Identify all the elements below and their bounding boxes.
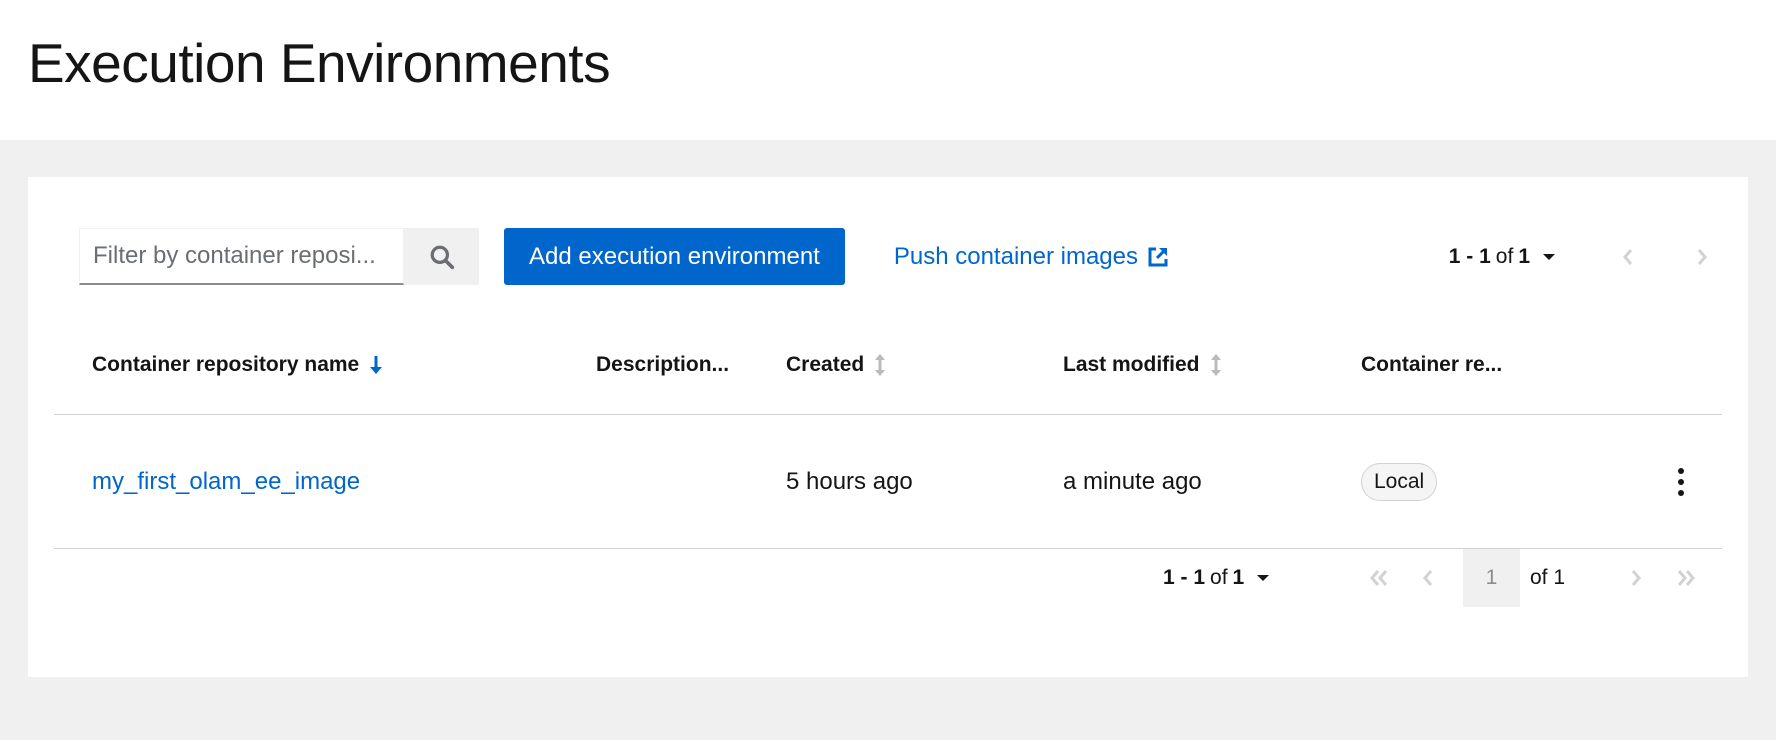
push-container-images-label: Push container images [893,242,1138,270]
push-container-images-link[interactable]: Push container images [894,243,1170,271]
search-group [79,228,479,285]
page-total: 1 [1232,566,1245,589]
page-range: 1 - 1 [1163,566,1206,589]
row-actions-kebab-icon[interactable] [1666,415,1696,549]
caret-down-icon [1256,573,1270,583]
column-header-container-registry: Container re... [1361,315,1502,415]
column-label: Created [786,353,865,376]
page-title: Execution Environments [28,31,611,94]
angle-right-icon [1697,248,1707,265]
column-label: Last modified [1063,353,1200,376]
angle-double-left-icon [1370,570,1388,586]
repository-name-link[interactable]: my_first_olam_ee_image [92,468,360,496]
column-label: Description... [596,353,730,376]
search-button[interactable] [404,228,479,285]
column-label: Container repository name [92,353,360,376]
bottom-per-page-toggle[interactable]: 1 - 1 of 1 [1163,549,1270,607]
search-icon [430,245,454,269]
angle-left-icon [1423,570,1433,586]
cell-created: 5 hours ago [786,468,913,495]
cell-last-modified: a minute ago [1063,468,1202,495]
first-page-button[interactable] [1359,558,1399,598]
previous-page-button[interactable] [1608,237,1648,277]
per-page-toggle[interactable]: 1 - 1 of 1 [1449,245,1556,269]
external-link-icon [1146,245,1170,269]
bottom-pagination: 1 - 1 of 1 of 1 [28,549,1748,607]
column-header-description: Description... [596,315,729,415]
column-label: Container re... [1361,353,1503,376]
column-header-container-repository-name[interactable]: Container repository name [92,315,383,415]
bottom-previous-page-button[interactable] [1408,558,1448,598]
sort-icon [874,353,886,377]
cell-name: my_first_olam_ee_image [92,415,360,549]
registry-badge: Local [1361,463,1438,501]
table-row: my_first_olam_ee_image 5 hours ago a min… [54,415,1722,549]
current-page-input[interactable] [1463,549,1520,607]
of-pages-text: of 1 [1530,566,1566,589]
angle-left-icon [1623,248,1633,265]
execution-environments-table: Container repository name Description...… [54,315,1722,549]
angle-right-icon [1631,570,1641,586]
main-section: Add execution environment Push container… [0,140,1776,677]
add-execution-environment-button[interactable]: Add execution environment [504,228,845,285]
content-card: Add execution environment Push container… [28,177,1748,677]
top-pagination: 1 - 1 of 1 [1449,237,1722,277]
last-page-button[interactable] [1666,558,1706,598]
sort-down-icon [369,354,383,376]
next-page-button[interactable] [1682,237,1722,277]
page-range: 1 - 1 [1448,244,1491,268]
column-header-last-modified[interactable]: Last modified [1063,315,1222,415]
column-header-created[interactable]: Created [786,315,886,415]
bottom-next-page-button[interactable] [1616,558,1656,598]
page-total: 1 [1518,244,1530,268]
table-header: Container repository name Description...… [54,315,1722,415]
sort-icon [1210,353,1222,377]
page-of-text: of [1495,244,1514,268]
search-input[interactable] [79,228,404,285]
page-header: Execution Environments [0,0,1776,140]
angle-double-right-icon [1677,570,1695,586]
toolbar: Add execution environment Push container… [79,228,1722,285]
caret-down-icon [1542,252,1556,262]
page-of-text: of [1210,566,1228,589]
cell-registry: Local [1361,415,1438,549]
